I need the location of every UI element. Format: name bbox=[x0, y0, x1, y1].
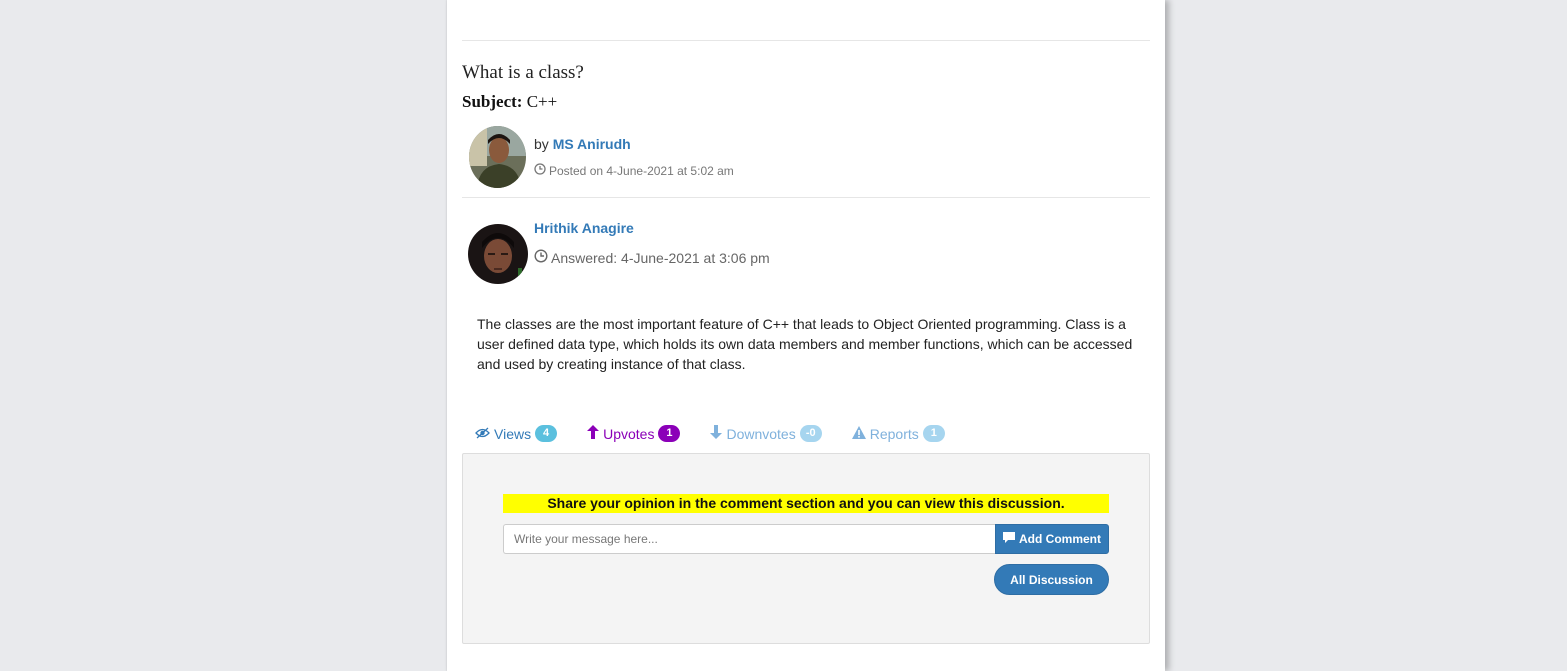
subject-label: Subject: bbox=[462, 92, 523, 111]
arrow-up-icon bbox=[587, 425, 600, 442]
warning-icon bbox=[851, 425, 866, 442]
all-discussion-button[interactable]: All Discussion bbox=[994, 564, 1109, 595]
author-link[interactable]: MS Anirudh bbox=[553, 136, 631, 152]
comment-input[interactable] bbox=[503, 524, 1004, 554]
views-stat[interactable]: Views 4 bbox=[475, 425, 558, 442]
reports-stat[interactable]: Reports 1 bbox=[851, 425, 945, 442]
arrow-down-icon bbox=[710, 425, 723, 442]
answered-info: Answered: 4-June-2021 at 3:06 pm bbox=[534, 249, 770, 266]
answered-date: Answered: 4-June-2021 at 3:06 pm bbox=[551, 249, 770, 266]
discussion-card: What is a class? Subject: C++ by MS Anir… bbox=[447, 0, 1165, 671]
posted-info: Posted on 4-June-2021 at 5:02 am bbox=[534, 163, 734, 178]
question-subject: Subject: C++ bbox=[462, 92, 557, 112]
views-count-badge: 4 bbox=[535, 425, 558, 442]
views-label: Views bbox=[494, 425, 532, 442]
downvotes-stat[interactable]: Downvotes -0 bbox=[710, 425, 822, 442]
reports-label: Reports bbox=[869, 425, 919, 442]
comment-icon bbox=[1003, 532, 1015, 546]
comment-panel: Share your opinion in the comment sectio… bbox=[462, 453, 1150, 644]
downvotes-label: Downvotes bbox=[726, 425, 796, 442]
add-comment-label: Add Comment bbox=[1019, 532, 1101, 546]
author-avatar[interactable] bbox=[469, 126, 526, 188]
downvotes-count-badge: -0 bbox=[799, 425, 822, 442]
question-byline: by MS Anirudh bbox=[534, 136, 631, 152]
answer-body: The classes are the most important featu… bbox=[477, 316, 1133, 372]
reports-count-badge: 1 bbox=[922, 425, 945, 442]
eye-icon bbox=[475, 426, 490, 442]
by-prefix: by bbox=[534, 136, 549, 152]
stats-bar: Views 4 Upvotes 1 Downvotes -0 Reports 1 bbox=[475, 425, 975, 442]
divider bbox=[462, 197, 1150, 198]
add-comment-button[interactable]: Add Comment bbox=[995, 524, 1109, 554]
clock-icon bbox=[534, 249, 548, 266]
clock-icon bbox=[534, 163, 546, 178]
divider bbox=[462, 40, 1150, 41]
question-title: What is a class? bbox=[462, 62, 584, 83]
answerer-link[interactable]: Hrithik Anagire bbox=[534, 220, 634, 236]
answerer-avatar[interactable] bbox=[468, 224, 528, 284]
upvotes-label: Upvotes bbox=[603, 425, 655, 442]
posted-date: Posted on 4-June-2021 at 5:02 am bbox=[549, 163, 734, 178]
upvotes-stat[interactable]: Upvotes 1 bbox=[587, 425, 681, 442]
comment-notice: Share your opinion in the comment sectio… bbox=[503, 494, 1109, 513]
subject-value: C++ bbox=[526, 92, 558, 111]
upvotes-count-badge: 1 bbox=[658, 425, 681, 442]
